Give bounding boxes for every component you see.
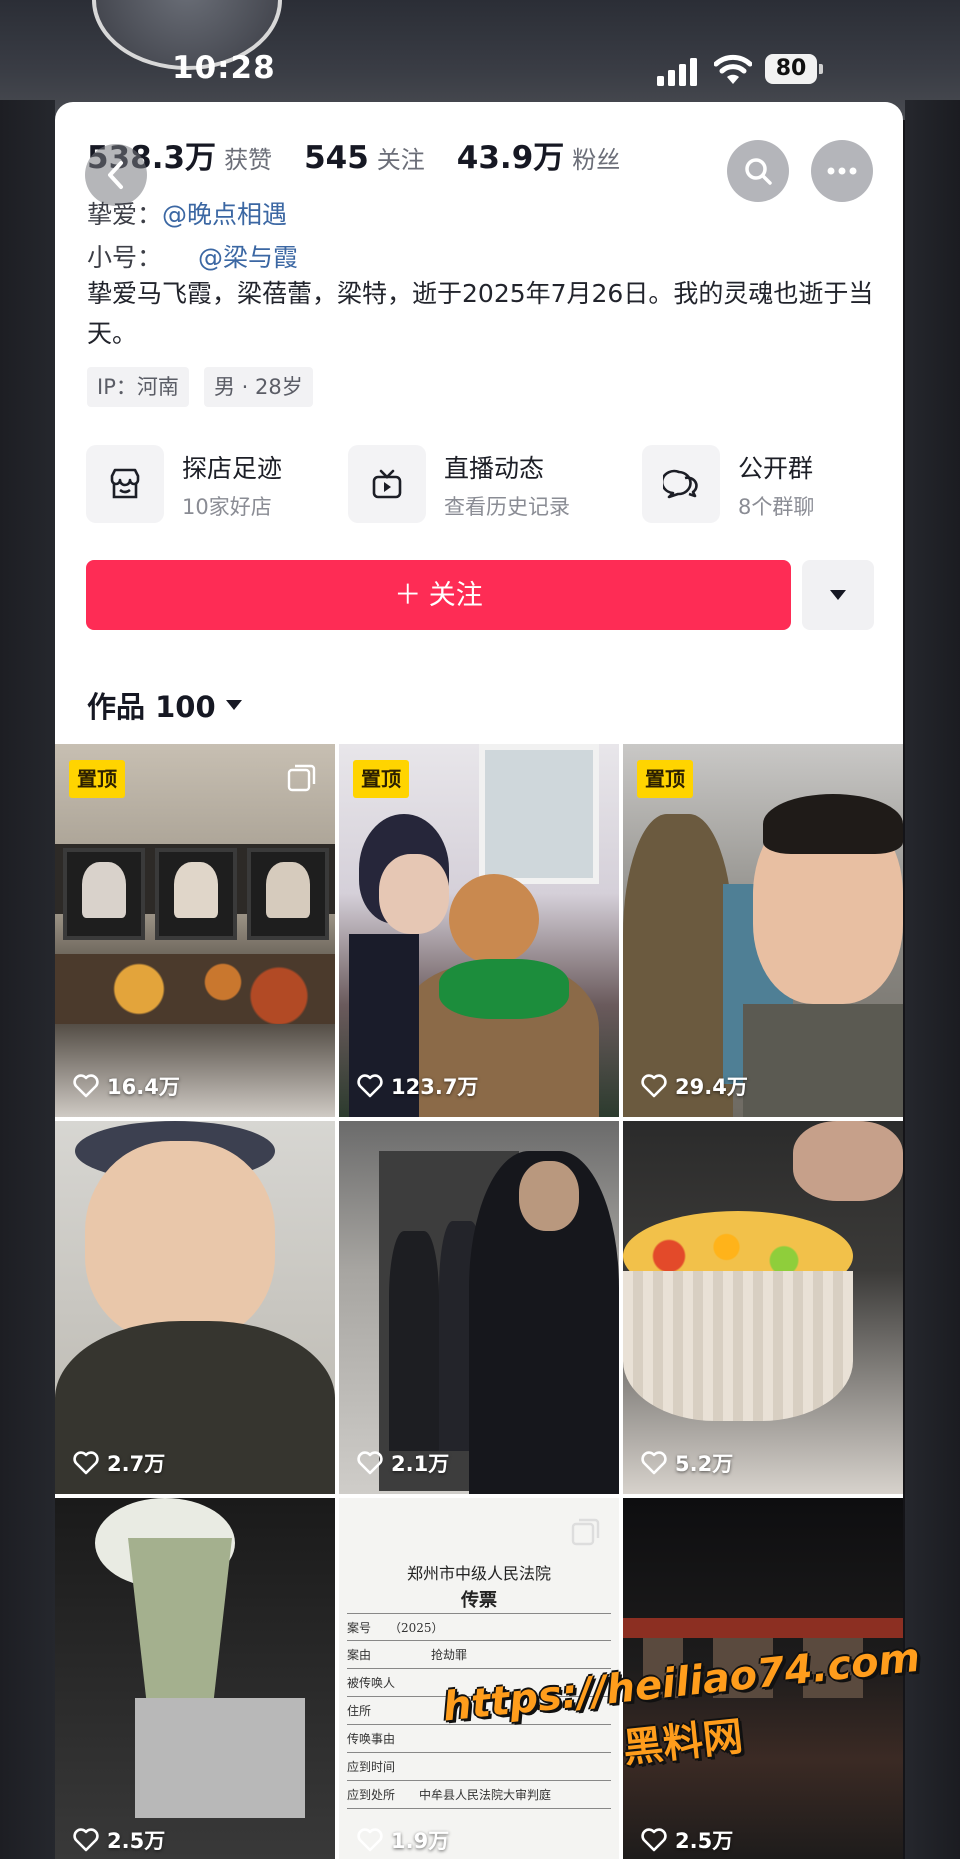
feature-icon-box [86,445,164,523]
gender-age-tag: 男 · 28岁 [204,367,313,407]
video-likes: 1.9万 [357,1825,449,1855]
works-tab[interactable]: 作品 100 [87,684,242,726]
video-likes: 2.5万 [73,1825,165,1855]
profile-stats: 538.3万 获赞 545 关注 43.9万 粉丝 [87,132,652,178]
followers-count[interactable]: 43.9万 [457,132,565,177]
document-court-place: 中牟县人民法院大审判庭 [419,1788,552,1802]
feature-live-title: 直播动态 [444,454,545,483]
relation-line: 挚爱：@晚点相遇 [87,195,287,231]
caret-down-icon [830,590,846,600]
group-chat-icon [663,469,698,499]
following-label[interactable]: 关注 [377,140,425,175]
video-likes-count: 2.7万 [107,1452,166,1476]
video-likes-count: 29.4万 [675,1075,748,1099]
pinned-badge: 置顶 [353,760,409,798]
alt-account-mention-link[interactable]: @梁与霞 [198,243,298,272]
store-icon [110,468,140,499]
video-likes: 5.2万 [641,1448,733,1478]
document-court-name: 郑州市中级人民法院 [406,1564,551,1583]
relation-mention-link[interactable]: @晚点相遇 [162,200,287,229]
feature-store-title: 探店足迹 [182,454,283,483]
video-likes-count: 5.2万 [675,1452,734,1476]
feature-live-subtitle: 查看历史记录 [444,495,570,519]
video-likes-count: 2.5万 [107,1829,166,1853]
more-button[interactable] [811,140,873,202]
document-title: 传票 [461,1590,497,1611]
video-likes-count: 16.4万 [107,1075,180,1099]
signal-icon [657,58,697,86]
video-likes-count: 2.1万 [391,1452,450,1476]
heart-icon [641,1451,667,1475]
caret-down-icon [225,700,242,710]
follow-button[interactable]: ＋ 关注 [86,560,791,630]
video-likes: 2.7万 [73,1448,165,1478]
profile-bio: 挚爱马飞霞，梁蓓蕾，梁特，逝于2025年7月26日。我的灵魂也逝于当天。 [87,279,874,348]
alt-account-line: 小号： @梁与霞 [87,238,298,274]
feature-icon-box [642,445,720,523]
chevron-left-icon [108,161,123,189]
feature-group-title: 公开群 [738,454,814,483]
video-tile[interactable]: 置顶 123.7万 [339,744,619,1117]
heart-icon [357,1074,383,1098]
tv-icon [372,469,402,499]
relation-prefix: 挚爱： [87,200,163,229]
works-tab-label: 作品 100 [87,690,216,724]
feature-group-subtitle: 8个群聊 [738,495,815,519]
document-cause: 抢劫罪 [431,1648,468,1662]
profile-card: 538.3万 获赞 545 关注 43.9万 粉丝 挚爱：@晚点相遇 小号： @梁… [55,102,903,744]
wifi-icon [714,54,752,84]
ip-location-tag: IP：河南 [87,367,189,407]
heart-icon [357,1451,383,1475]
follow-dropdown-button[interactable] [802,560,874,630]
video-likes: 2.5万 [641,1825,733,1855]
search-button[interactable] [727,140,789,202]
heart-icon [357,1828,383,1852]
feature-store-subtitle: 10家好店 [182,495,272,519]
multi-image-icon [571,1518,600,1546]
alt-account-prefix: 小号： [87,243,163,272]
multi-image-icon [287,764,316,792]
heart-icon [641,1074,667,1098]
left-backdrop [0,100,55,1859]
likes-label: 获赞 [224,146,273,174]
feature-icon-box [348,445,426,523]
video-tile[interactable]: 2.7万 [55,1121,335,1494]
video-likes-count: 123.7万 [391,1075,479,1099]
following-count[interactable]: 545 [304,140,369,176]
battery-icon: 80 [765,54,823,84]
video-tile[interactable]: 2.1万 [339,1121,619,1494]
heart-icon [641,1828,667,1852]
pinned-badge: 置顶 [637,760,693,798]
right-backdrop [905,100,960,1859]
heart-icon [73,1828,99,1852]
video-likes-count: 2.5万 [675,1829,734,1853]
more-dots-icon [827,167,857,175]
document-case-no: （2025） [395,1621,444,1635]
video-tile[interactable]: 5.2万 [623,1121,903,1494]
video-likes: 29.4万 [641,1071,748,1101]
followers-label[interactable]: 粉丝 [572,140,620,175]
heart-icon [73,1074,99,1098]
video-likes: 2.1万 [357,1448,449,1478]
status-bar: 10:28 80 [0,48,960,92]
status-time: 10:28 [172,50,276,86]
video-likes-count: 1.9万 [391,1829,450,1853]
search-icon [745,158,772,185]
video-tile[interactable]: 2.5万 [55,1498,335,1859]
video-likes: 123.7万 [357,1071,478,1101]
video-likes: 16.4万 [73,1071,180,1101]
video-tile[interactable]: 置顶 16.4万 [55,744,335,1117]
pinned-badge: 置顶 [69,760,125,798]
video-tile[interactable]: 置顶 29.4万 [623,744,903,1117]
heart-icon [73,1451,99,1475]
